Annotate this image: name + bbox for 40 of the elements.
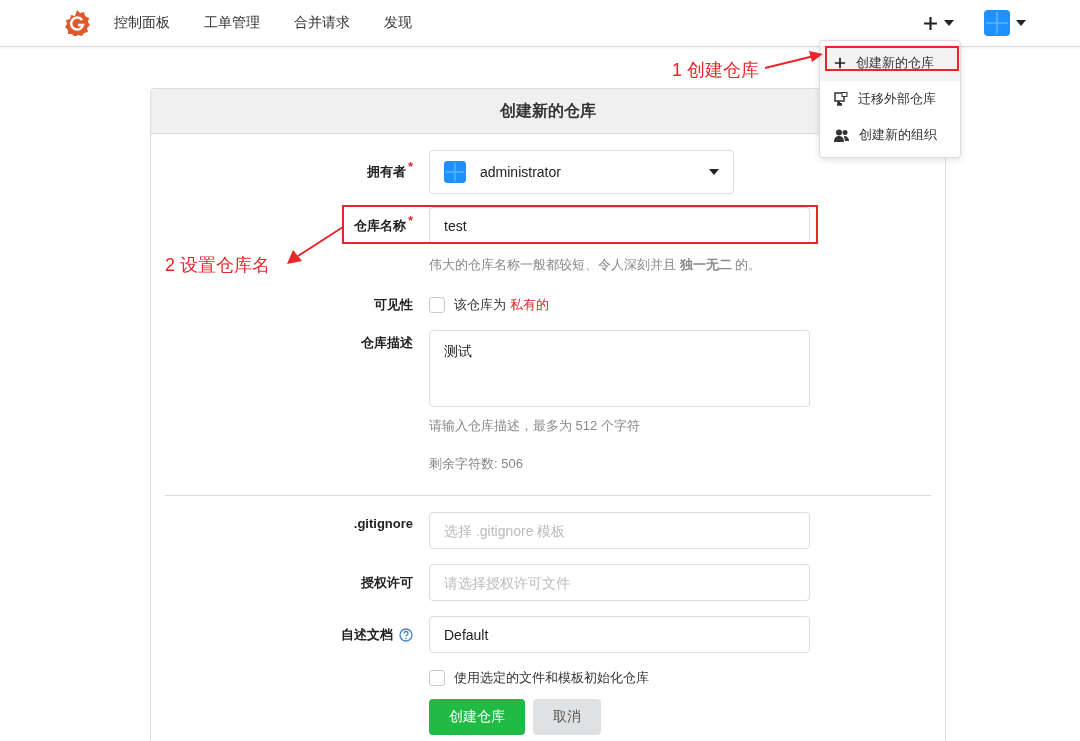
description-field[interactable]: 测试 <box>429 330 810 407</box>
avatar-icon <box>444 161 466 183</box>
checkbox-label: 使用选定的文件和模板初始化仓库 <box>454 669 649 687</box>
logo-icon[interactable] <box>64 10 90 36</box>
readme-label: 自述文档 <box>341 625 393 644</box>
nav-link[interactable]: 合并请求 <box>294 14 350 32</box>
init-checkbox[interactable] <box>429 670 445 686</box>
gitignore-select[interactable]: 选择 .gitignore 模板 <box>429 512 810 549</box>
nav-link[interactable]: 工单管理 <box>204 14 260 32</box>
nav-link[interactable]: 发现 <box>384 14 412 32</box>
caret-icon <box>1016 20 1026 26</box>
license-select[interactable]: 请选择授权许可文件 <box>429 564 810 601</box>
field-label: 仓库描述 <box>361 334 413 352</box>
owner-select[interactable]: administrator <box>429 150 734 194</box>
help-icon[interactable] <box>399 627 413 642</box>
users-icon <box>834 128 849 142</box>
arrow <box>286 226 344 266</box>
checkbox-label: 该仓库为 私有的 <box>454 296 549 314</box>
annotation-label: 1 创建仓库 <box>672 59 759 82</box>
plus-icon <box>834 57 846 69</box>
nav-link[interactable]: 控制面板 <box>114 14 170 32</box>
description-hint: 请输入仓库描述，最多为 512 个字符 <box>429 417 641 435</box>
remaining-count: 剩余字符数: 506 <box>429 455 524 473</box>
monitor-icon <box>834 92 848 106</box>
arrow <box>764 50 824 70</box>
name-hint: 伟大的仓库名称一般都较短、令人深刻并且 独一无二 的。 <box>429 256 763 274</box>
private-checkbox[interactable] <box>429 297 445 313</box>
field-label: 授权许可 <box>361 573 413 592</box>
cancel-button[interactable]: 取消 <box>533 699 601 735</box>
create-menu-button[interactable] <box>923 15 954 31</box>
plus-icon <box>923 15 938 31</box>
readme-select[interactable]: Default <box>429 616 810 653</box>
user-menu-button[interactable] <box>984 10 1026 36</box>
avatar-icon <box>984 10 1010 36</box>
annotation-label: 2 设置仓库名 <box>165 254 270 277</box>
repo-name-field[interactable]: test <box>429 207 810 244</box>
caret-icon <box>944 20 954 26</box>
caret-icon <box>709 169 719 175</box>
field-label: 可见性 <box>374 296 413 314</box>
field-label: .gitignore <box>353 515 413 531</box>
